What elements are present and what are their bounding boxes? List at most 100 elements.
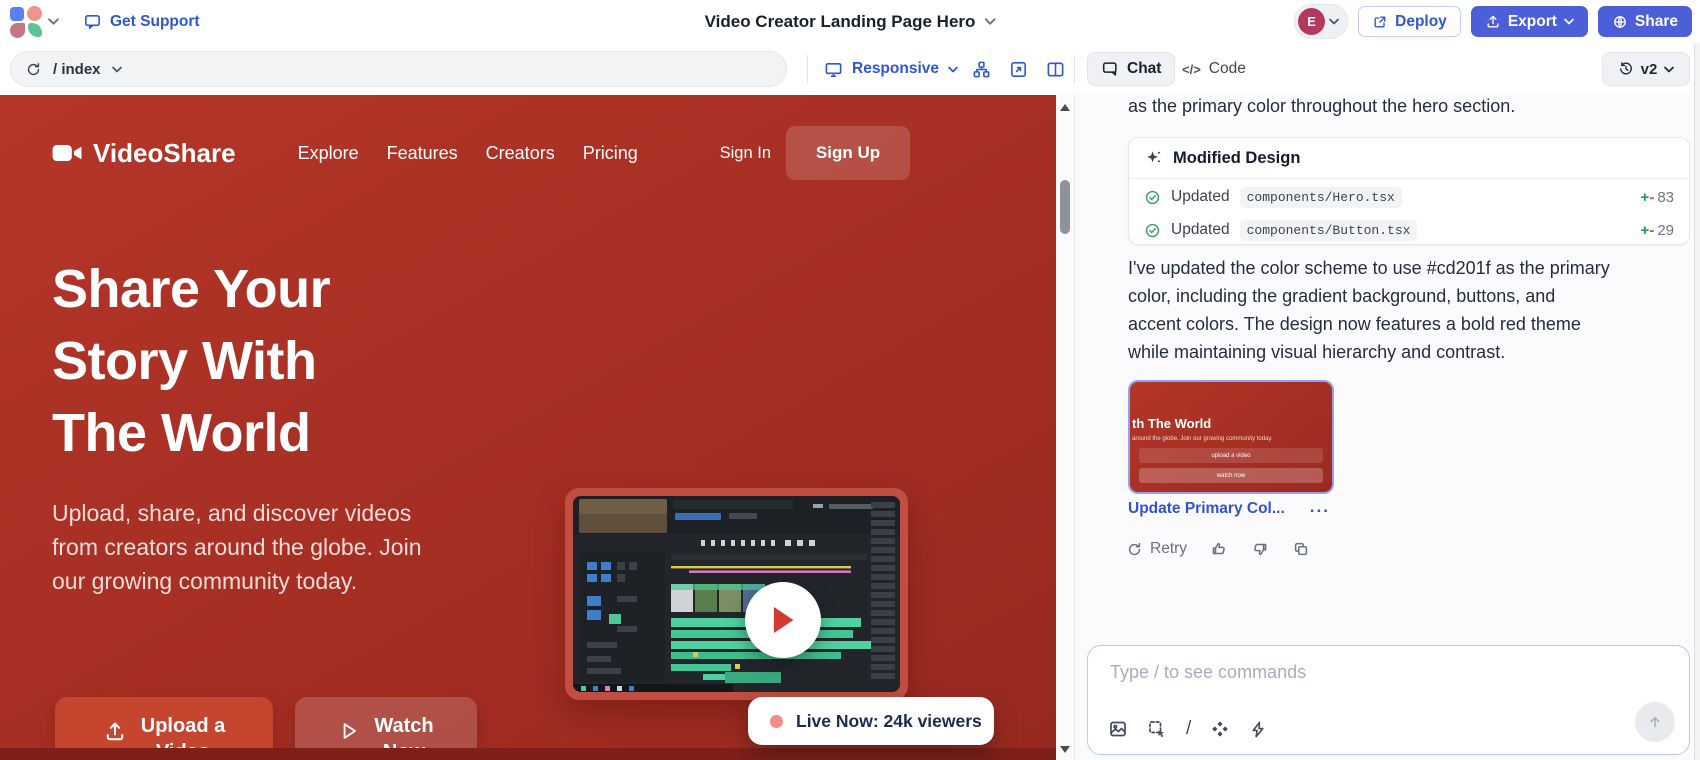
- thumbnail-subtext: around the globe. Join our growing commu…: [1132, 436, 1332, 442]
- retry-icon: [1126, 541, 1143, 558]
- component-map-icon: [972, 60, 991, 79]
- thumbnail-label-row: Update Primary Col... ...: [1128, 500, 1330, 518]
- video-camera-icon: [52, 142, 82, 164]
- upload-icon: [103, 720, 127, 744]
- hero-subtext: Upload, share, and discover videos from …: [52, 496, 421, 598]
- tab-code[interactable]: </> Code: [1182, 52, 1246, 86]
- get-support-button[interactable]: Get Support: [83, 12, 200, 31]
- input-tools: /: [1108, 718, 1268, 740]
- modified-design-header: Modified Design: [1129, 138, 1689, 179]
- chat-tab-icon: [1101, 60, 1119, 78]
- chat-tab-label: Chat: [1127, 60, 1161, 78]
- project-title: Video Creator Landing Page Hero: [705, 12, 976, 32]
- thumbnail-button: upload a video: [1139, 448, 1323, 463]
- share-button[interactable]: Share: [1598, 6, 1692, 37]
- toolbar-divider: [807, 55, 808, 83]
- open-in-new-window-button[interactable]: [1003, 54, 1033, 84]
- export-button[interactable]: Export: [1471, 6, 1588, 37]
- chat-panel: as the primary color throughout the hero…: [1075, 95, 1694, 760]
- upload-icon: [1485, 14, 1501, 30]
- lightning-icon: [1249, 720, 1268, 739]
- project-title-menu[interactable]: Video Creator Landing Page Hero: [705, 12, 996, 32]
- version-selector[interactable]: v2: [1602, 52, 1690, 86]
- send-button[interactable]: [1635, 702, 1675, 742]
- slash-command-button[interactable]: /: [1186, 718, 1191, 740]
- play-icon: [338, 720, 360, 742]
- nav-link-features[interactable]: Features: [387, 143, 458, 164]
- thumbs-down-button[interactable]: [1251, 540, 1269, 558]
- site-nav: VideoShare Explore Features Creators Pri…: [52, 125, 910, 181]
- diff-counts: +-83: [1641, 189, 1674, 206]
- play-button[interactable]: [745, 582, 821, 658]
- version-thumbnail[interactable]: th The World around the globe. Join our …: [1128, 380, 1334, 494]
- thumbs-down-icon: [1251, 540, 1269, 558]
- scroll-up-arrow-icon[interactable]: [1060, 104, 1070, 111]
- modified-design-card: Modified Design Updated components/Hero.…: [1128, 137, 1690, 245]
- file-path-chip: components/Hero.tsx: [1240, 187, 1402, 208]
- quick-actions-button[interactable]: [1249, 720, 1268, 739]
- preview-panel: VideoShare Explore Features Creators Pri…: [0, 95, 1056, 760]
- export-label: Export: [1508, 13, 1557, 31]
- integrations-button[interactable]: [1210, 719, 1230, 739]
- diamonds-icon: [1210, 719, 1230, 739]
- code-tab-label: Code: [1209, 60, 1246, 78]
- arrow-up-icon: [1646, 713, 1664, 731]
- account-menu[interactable]: E: [1294, 4, 1348, 39]
- attach-image-button[interactable]: [1108, 719, 1128, 739]
- preview-scrollbar[interactable]: [1056, 95, 1074, 760]
- refresh-button[interactable]: [25, 61, 42, 78]
- window-scrollbar-track[interactable]: [1694, 43, 1700, 760]
- top-bar-actions: E Deploy Export: [1294, 5, 1692, 38]
- monitor-icon: [824, 60, 843, 79]
- nav-link-creators[interactable]: Creators: [486, 143, 555, 164]
- message-actions: Retry: [1126, 540, 1310, 558]
- device-selector[interactable]: Responsive: [824, 54, 958, 84]
- select-cursor-icon: [1147, 719, 1167, 739]
- toolbar-divider: [1074, 55, 1075, 83]
- check-circle-icon: [1144, 222, 1161, 239]
- deploy-button[interactable]: Deploy: [1358, 6, 1461, 37]
- copy-icon: [1292, 540, 1310, 558]
- arrow-up-right-icon: [1009, 60, 1028, 79]
- copy-button[interactable]: [1292, 540, 1310, 558]
- nav-link-pricing[interactable]: Pricing: [583, 143, 638, 164]
- account-chevron-icon: [1329, 18, 1339, 25]
- version-label: v2: [1641, 61, 1658, 78]
- app-logo-icon[interactable]: [10, 6, 42, 38]
- get-support-label: Get Support: [110, 13, 200, 31]
- sign-in-link[interactable]: Sign In: [720, 144, 771, 163]
- modified-design-title: Modified Design: [1173, 149, 1300, 168]
- live-now-badge: Live Now: 24k viewers: [748, 697, 994, 745]
- workspace-chevron-icon[interactable]: [48, 18, 59, 25]
- version-link[interactable]: Update Primary Col...: [1128, 500, 1285, 518]
- chat-input[interactable]: Type / to see commands /: [1087, 645, 1690, 755]
- nav-link-explore[interactable]: Explore: [298, 143, 359, 164]
- file-row: Updated components/Hero.tsx +-83: [1129, 182, 1689, 212]
- thumbnail-menu-button[interactable]: ...: [1310, 497, 1330, 517]
- preview-toolbar: / index Responsive Chat: [0, 43, 1700, 96]
- split-view-button[interactable]: [1040, 54, 1070, 84]
- component-map-button[interactable]: [966, 54, 996, 84]
- videoshare-logo[interactable]: VideoShare: [52, 138, 236, 169]
- assistant-message: I've updated the color scheme to use #cd…: [1128, 254, 1610, 366]
- scroll-down-arrow-icon[interactable]: [1060, 746, 1070, 753]
- file-path-chip: components/Button.tsx: [1240, 220, 1418, 241]
- image-icon: [1108, 719, 1128, 739]
- thumbs-up-button[interactable]: [1210, 540, 1228, 558]
- scrollbar-thumb[interactable]: [1060, 180, 1070, 234]
- live-dot-icon: [770, 715, 783, 728]
- url-bar[interactable]: / index: [10, 51, 787, 87]
- chat-bubble-icon: [83, 12, 102, 31]
- thumbnail-heading: th The World: [1132, 416, 1332, 431]
- sign-up-button[interactable]: Sign Up: [786, 126, 910, 180]
- select-element-button[interactable]: [1147, 719, 1167, 739]
- hero-heading: Share Your Story With The World: [52, 253, 330, 469]
- retry-button[interactable]: Retry: [1126, 540, 1187, 558]
- split-columns-icon: [1046, 60, 1065, 79]
- tab-chat[interactable]: Chat: [1087, 52, 1175, 86]
- export-chevron-icon: [1564, 18, 1574, 25]
- thumbnail-button: watch now: [1139, 468, 1323, 483]
- app-window: Get Support Video Creator Landing Page H…: [0, 0, 1700, 760]
- avatar: E: [1298, 8, 1325, 35]
- external-link-icon: [1372, 14, 1388, 30]
